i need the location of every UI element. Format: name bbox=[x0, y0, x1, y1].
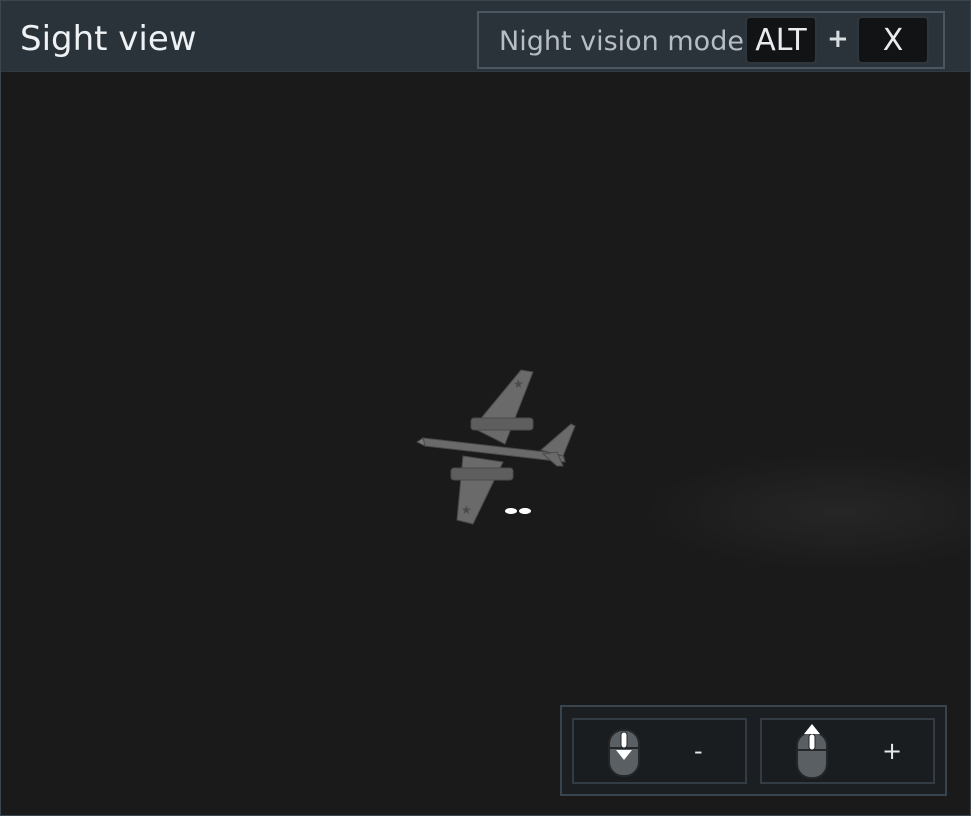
zoom-out-label: - bbox=[694, 737, 703, 765]
night-vision-hint: Night vision mode ALT + X bbox=[477, 11, 945, 69]
mouse-scroll-up-icon bbox=[796, 724, 828, 779]
zoom-in-label: + bbox=[882, 737, 903, 765]
x-key: X bbox=[857, 16, 929, 64]
aircraft-image: ★ ★ bbox=[416, 369, 576, 525]
window-title: Sight view bbox=[20, 19, 197, 59]
zoom-controls: - + bbox=[560, 705, 947, 796]
sight-viewport[interactable]: ★ ★ bbox=[1, 72, 970, 815]
terrain-haze bbox=[641, 452, 970, 572]
zoom-out-button[interactable]: - bbox=[572, 718, 747, 784]
night-vision-label: Night vision mode bbox=[499, 26, 744, 57]
sight-view-window: Sight view Night vision mode ALT + X ★ ★… bbox=[0, 0, 971, 816]
title-bar: Sight view Night vision mode ALT + X bbox=[1, 1, 970, 72]
svg-text:★: ★ bbox=[461, 503, 472, 517]
zoom-in-button[interactable]: + bbox=[760, 718, 935, 784]
mouse-scroll-down-icon bbox=[608, 729, 640, 777]
alt-key: ALT bbox=[745, 16, 817, 64]
plus-sign: + bbox=[827, 24, 849, 54]
svg-text:★: ★ bbox=[513, 377, 524, 391]
